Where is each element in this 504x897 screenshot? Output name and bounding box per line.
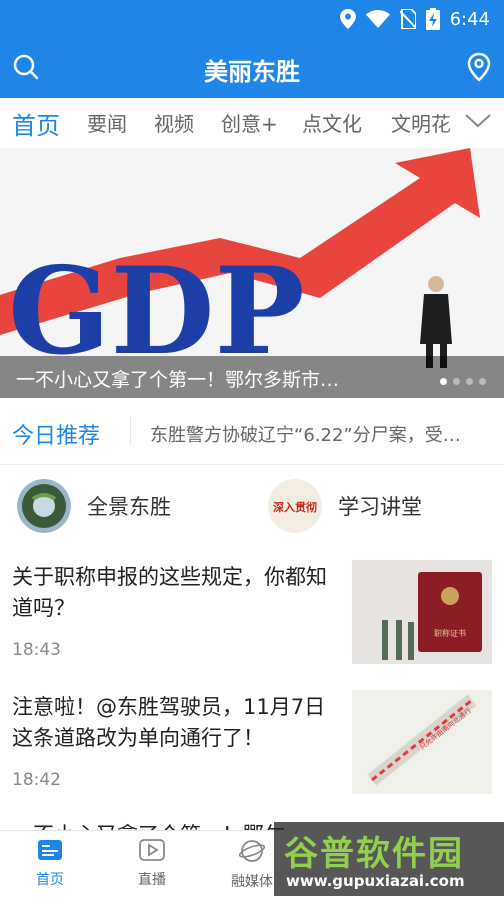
tab-civilization[interactable]: 文明花 bbox=[391, 108, 451, 137]
location-button[interactable] bbox=[466, 52, 492, 86]
globe-icon bbox=[238, 840, 266, 862]
carousel-dot-active bbox=[440, 378, 447, 385]
thumbnail-text: 职称证书 bbox=[434, 628, 466, 638]
home-news-icon bbox=[38, 840, 62, 860]
carousel-dots bbox=[440, 378, 486, 385]
tab-news[interactable]: 要闻 bbox=[87, 108, 127, 137]
status-time: 6:44 bbox=[449, 8, 490, 30]
recommend-text: 东胜警方协破辽宁“6.22”分尸案，受… bbox=[150, 425, 461, 446]
battery-charging-icon bbox=[425, 8, 440, 30]
nav-live[interactable]: 直播 bbox=[112, 839, 192, 889]
carousel-dot bbox=[453, 378, 460, 385]
news-thumbnail: 职称证书 bbox=[352, 560, 492, 664]
panorama-globe-icon bbox=[17, 479, 71, 533]
chevron-down-icon bbox=[465, 114, 491, 128]
channel-tabs: 首页 要闻 视频 创意+ 点文化 文明花 bbox=[0, 98, 504, 149]
quick-link-label: 全景东胜 bbox=[87, 495, 171, 519]
nav-home[interactable]: 首页 bbox=[10, 839, 90, 889]
app-bar: 美丽东胜 bbox=[0, 36, 504, 98]
quick-link-label: 学习讲堂 bbox=[338, 495, 422, 519]
banner-carousel[interactable]: GDP 一不小心又拿了个第一！鄂尔多斯市… bbox=[0, 148, 504, 398]
news-headline: 关于职称申报的这些规定，你都知道吗？ bbox=[12, 565, 327, 620]
news-thumbnail: 只允许由南向北通行 bbox=[352, 690, 492, 794]
news-time: 18:43 bbox=[12, 640, 61, 660]
wifi-icon bbox=[365, 10, 390, 28]
app-title: 美丽东胜 bbox=[204, 58, 300, 86]
study-logo-icon: 深入贯彻 bbox=[268, 479, 322, 533]
tab-home[interactable]: 首页 bbox=[12, 106, 60, 141]
quick-link-panorama[interactable]: 全景东胜 bbox=[17, 478, 171, 534]
list-item[interactable]: 关于职称申报的这些规定，你都知道吗？ 18:43 职称证书 bbox=[0, 548, 504, 679]
carousel-dot bbox=[466, 378, 473, 385]
status-icons: 6:44 bbox=[339, 8, 490, 30]
list-item[interactable]: 注意啦！@东胜驾驶员，11月7日这条道路改为单向通行了！ 18:42 只允许由南… bbox=[0, 678, 504, 809]
quick-links: 全景东胜 深入贯彻 学习讲堂 bbox=[0, 464, 504, 549]
recommend-label: 今日推荐 bbox=[12, 424, 101, 449]
carousel-dot bbox=[479, 378, 486, 385]
banner-caption: 一不小心又拿了个第一！鄂尔多斯市… bbox=[16, 369, 340, 391]
more-channels-button[interactable] bbox=[464, 112, 492, 134]
news-time: 18:42 bbox=[12, 770, 61, 790]
study-logo-text: 深入贯彻 bbox=[273, 500, 317, 514]
nav-label: 首页 bbox=[36, 872, 64, 888]
tab-creative[interactable]: 创意+ bbox=[221, 108, 278, 137]
play-icon bbox=[139, 839, 165, 861]
quick-link-study[interactable]: 深入贯彻 学习讲堂 bbox=[268, 478, 422, 534]
location-icon bbox=[339, 9, 356, 29]
tab-video[interactable]: 视频 bbox=[154, 108, 194, 137]
nav-label: 直播 bbox=[138, 872, 166, 888]
watermark-title: 谷普软件园 bbox=[284, 834, 464, 874]
map-pin-icon bbox=[467, 52, 491, 82]
today-recommend[interactable]: 今日推荐 东胜警方协破辽宁“6.22”分尸案，受… bbox=[0, 398, 504, 465]
no-sim-icon bbox=[399, 9, 416, 29]
news-headline: 注意啦！@东胜驾驶员，11月7日这条道路改为单向通行了！ bbox=[12, 695, 326, 750]
banner-caption-bar: 一不小心又拿了个第一！鄂尔多斯市… bbox=[0, 356, 504, 398]
watermark-url: www.gupuxiazai.com bbox=[286, 872, 465, 890]
watermark: 谷普软件园 www.gupuxiazai.com bbox=[274, 822, 504, 896]
divider bbox=[130, 416, 131, 446]
status-bar: 6:44 bbox=[0, 0, 504, 36]
tab-culture[interactable]: 点文化 bbox=[302, 108, 362, 137]
